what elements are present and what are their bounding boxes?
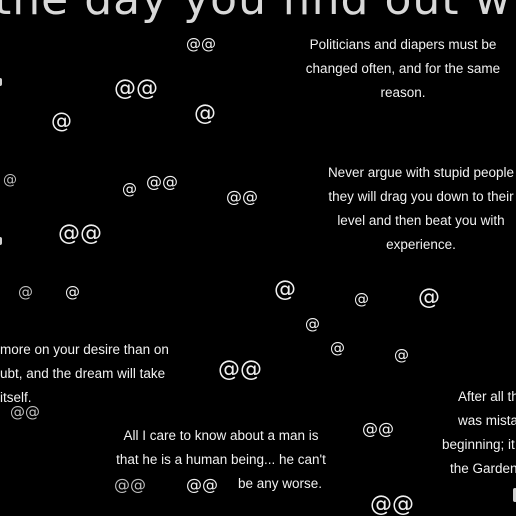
quote-after-all: After all th was mista beginning; it the…	[442, 385, 516, 481]
at-mark: @@	[10, 403, 40, 421]
at-mark: @@	[370, 492, 414, 516]
quote-line: Politicians and diapers must be	[309, 37, 497, 52]
at-mark: @	[3, 172, 17, 188]
at-mark: @@	[362, 419, 394, 438]
at-mark: @@	[186, 475, 218, 494]
at-mark: @	[65, 283, 80, 301]
quote-never-argue: Never argue with stupid people they will…	[326, 161, 516, 257]
quote-line: beginning; it	[442, 437, 515, 452]
at-mark: @	[122, 180, 137, 198]
quote-line: Never argue with stupid people	[327, 165, 515, 180]
quote-line: All I care to know about a man is	[123, 428, 319, 443]
at-mark: @@	[114, 76, 158, 101]
quote-line: ubt, and the dream will take	[0, 366, 166, 381]
headline: the day you find out w	[0, 0, 512, 22]
at-mark: @@	[58, 221, 102, 246]
at-mark: @@	[114, 475, 146, 494]
quote-line: reason.	[380, 85, 426, 100]
quote-line: changed often, and for the same	[305, 61, 501, 76]
quote-desire: more on your desire than on ubt, and the…	[0, 338, 176, 410]
at-mark: @@	[218, 357, 262, 382]
quote-line: level and then beat you with	[337, 213, 505, 228]
quote-line: they will drag you down to their	[328, 189, 514, 204]
at-mark: @	[330, 339, 345, 357]
quote-line: experience.	[386, 237, 456, 252]
at-mark: @	[354, 290, 369, 308]
at-mark: @@	[226, 187, 258, 206]
quote-line: was mista	[458, 413, 516, 428]
at-mark: @@	[186, 35, 216, 53]
at-mark: @	[18, 283, 33, 301]
at-mark: @	[274, 277, 296, 302]
at-mark: @	[305, 315, 320, 333]
canvas: the day you find out w Politicians and d…	[0, 0, 516, 516]
edge-mark	[0, 78, 2, 86]
at-mark: @	[51, 109, 72, 133]
at-mark: @	[194, 101, 216, 126]
at-mark: @@	[146, 172, 178, 191]
quote-line: After all th	[458, 389, 516, 404]
quote-line: that he is a human being... he can't	[116, 452, 326, 467]
edge-mark	[0, 237, 2, 245]
quote-line: more on your desire than on	[0, 342, 169, 357]
quote-politicians: Politicians and diapers must be changed …	[298, 33, 508, 105]
at-mark: @	[394, 346, 409, 364]
at-mark: @	[418, 285, 440, 310]
quote-line: the Garden	[450, 461, 516, 476]
